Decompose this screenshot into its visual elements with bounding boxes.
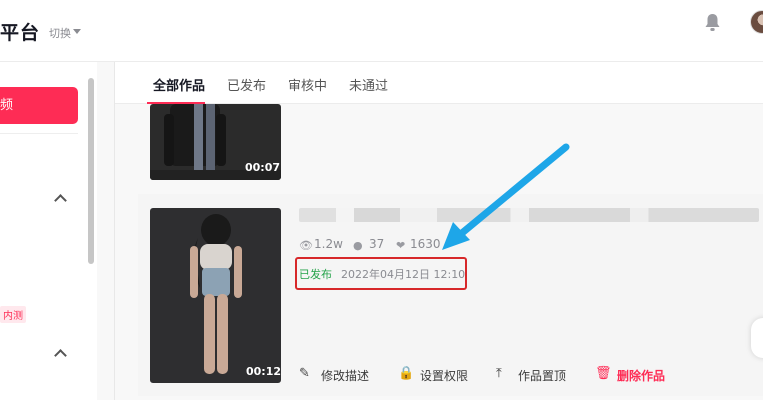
chevron-up-icon[interactable] bbox=[54, 349, 67, 362]
video-duration: 00:12 bbox=[246, 365, 281, 378]
thumbnail-image bbox=[150, 208, 281, 383]
tab-reviewing[interactable]: 审核中 bbox=[288, 75, 327, 94]
tab-all-works[interactable]: 全部作品 bbox=[153, 75, 205, 94]
delete-work-button[interactable]: 删除作品 bbox=[617, 367, 665, 384]
works-tabs: 全部作品 已发布 审核中 未通过 bbox=[115, 62, 763, 104]
switch-account-button[interactable]: 切换 bbox=[49, 25, 71, 41]
sidebar-scrollbar[interactable] bbox=[88, 78, 94, 264]
comment-icon: ● bbox=[353, 239, 363, 252]
pin-work-button[interactable]: 作品置顶 bbox=[518, 367, 566, 384]
sidebar-divider bbox=[0, 133, 78, 134]
work-description bbox=[299, 208, 759, 222]
user-avatar[interactable] bbox=[750, 10, 763, 34]
lock-icon[interactable]: 🔒 bbox=[398, 366, 414, 381]
platform-title: 平台 bbox=[0, 22, 41, 44]
bell-icon[interactable] bbox=[704, 13, 721, 32]
pencil-icon[interactable]: ✎ bbox=[299, 366, 310, 381]
play-count: 1.2w bbox=[314, 237, 343, 251]
chevron-up-icon[interactable] bbox=[54, 194, 67, 207]
tab-published[interactable]: 已发布 bbox=[227, 75, 266, 94]
upload-video-button[interactable]: 频 bbox=[0, 87, 78, 124]
comment-count: 37 bbox=[369, 237, 385, 251]
edit-description-button[interactable]: 修改描述 bbox=[321, 367, 369, 384]
pin-top-icon[interactable]: ⤒ bbox=[496, 366, 502, 381]
video-thumbnail[interactable]: 00:12 bbox=[150, 208, 281, 383]
chevron-down-icon[interactable] bbox=[73, 29, 81, 34]
tab-rejected[interactable]: 未通过 bbox=[349, 75, 388, 94]
video-duration: 00:07 bbox=[245, 161, 281, 174]
beta-badge: 内测 bbox=[0, 306, 26, 323]
status-badge: 已发布 bbox=[299, 268, 332, 281]
trash-icon[interactable]: 🗑 bbox=[595, 366, 612, 381]
like-count: 1630 bbox=[410, 237, 441, 251]
publish-time: 2022年04月12日 12:10 bbox=[341, 268, 466, 281]
eye-icon: 👁 bbox=[299, 239, 313, 252]
works-panel: 全部作品 已发布 审核中 未通过 00:07 00:12 👁 1.2w ● 37… bbox=[115, 62, 763, 400]
floating-helper-button[interactable] bbox=[751, 318, 763, 358]
set-permission-button[interactable]: 设置权限 bbox=[420, 367, 468, 384]
video-thumbnail[interactable]: 00:07 bbox=[150, 104, 281, 180]
heart-icon: ❤ bbox=[396, 239, 406, 252]
sidebar: 频 内测 bbox=[0, 62, 97, 400]
top-header: 平台 切换 bbox=[0, 0, 763, 62]
